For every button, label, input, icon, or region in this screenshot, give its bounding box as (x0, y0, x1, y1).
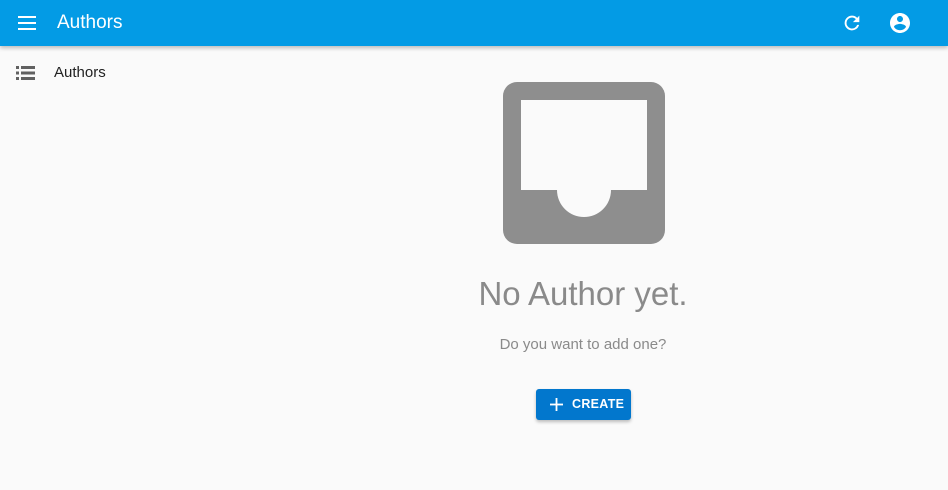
create-button[interactable]: CREATE (536, 389, 631, 420)
empty-state-title: No Author yet. (478, 275, 688, 312)
empty-state: No Author yet. Do you want to add one? C… (240, 46, 926, 490)
create-button-label: CREATE (572, 397, 625, 411)
list-icon (16, 65, 36, 81)
sidebar: Authors (0, 46, 240, 490)
refresh-icon[interactable] (841, 12, 863, 34)
account-circle-icon[interactable] (888, 11, 912, 35)
page-title: Authors (57, 12, 123, 33)
sidebar-item-authors[interactable]: Authors (0, 58, 240, 88)
plus-icon (550, 398, 563, 411)
sidebar-item-label: Authors (54, 64, 106, 81)
inbox-icon (503, 82, 665, 244)
empty-state-subtitle: Do you want to add one? (499, 336, 667, 353)
app-bar: Authors (0, 0, 948, 46)
hamburger-menu-icon[interactable] (16, 12, 40, 34)
